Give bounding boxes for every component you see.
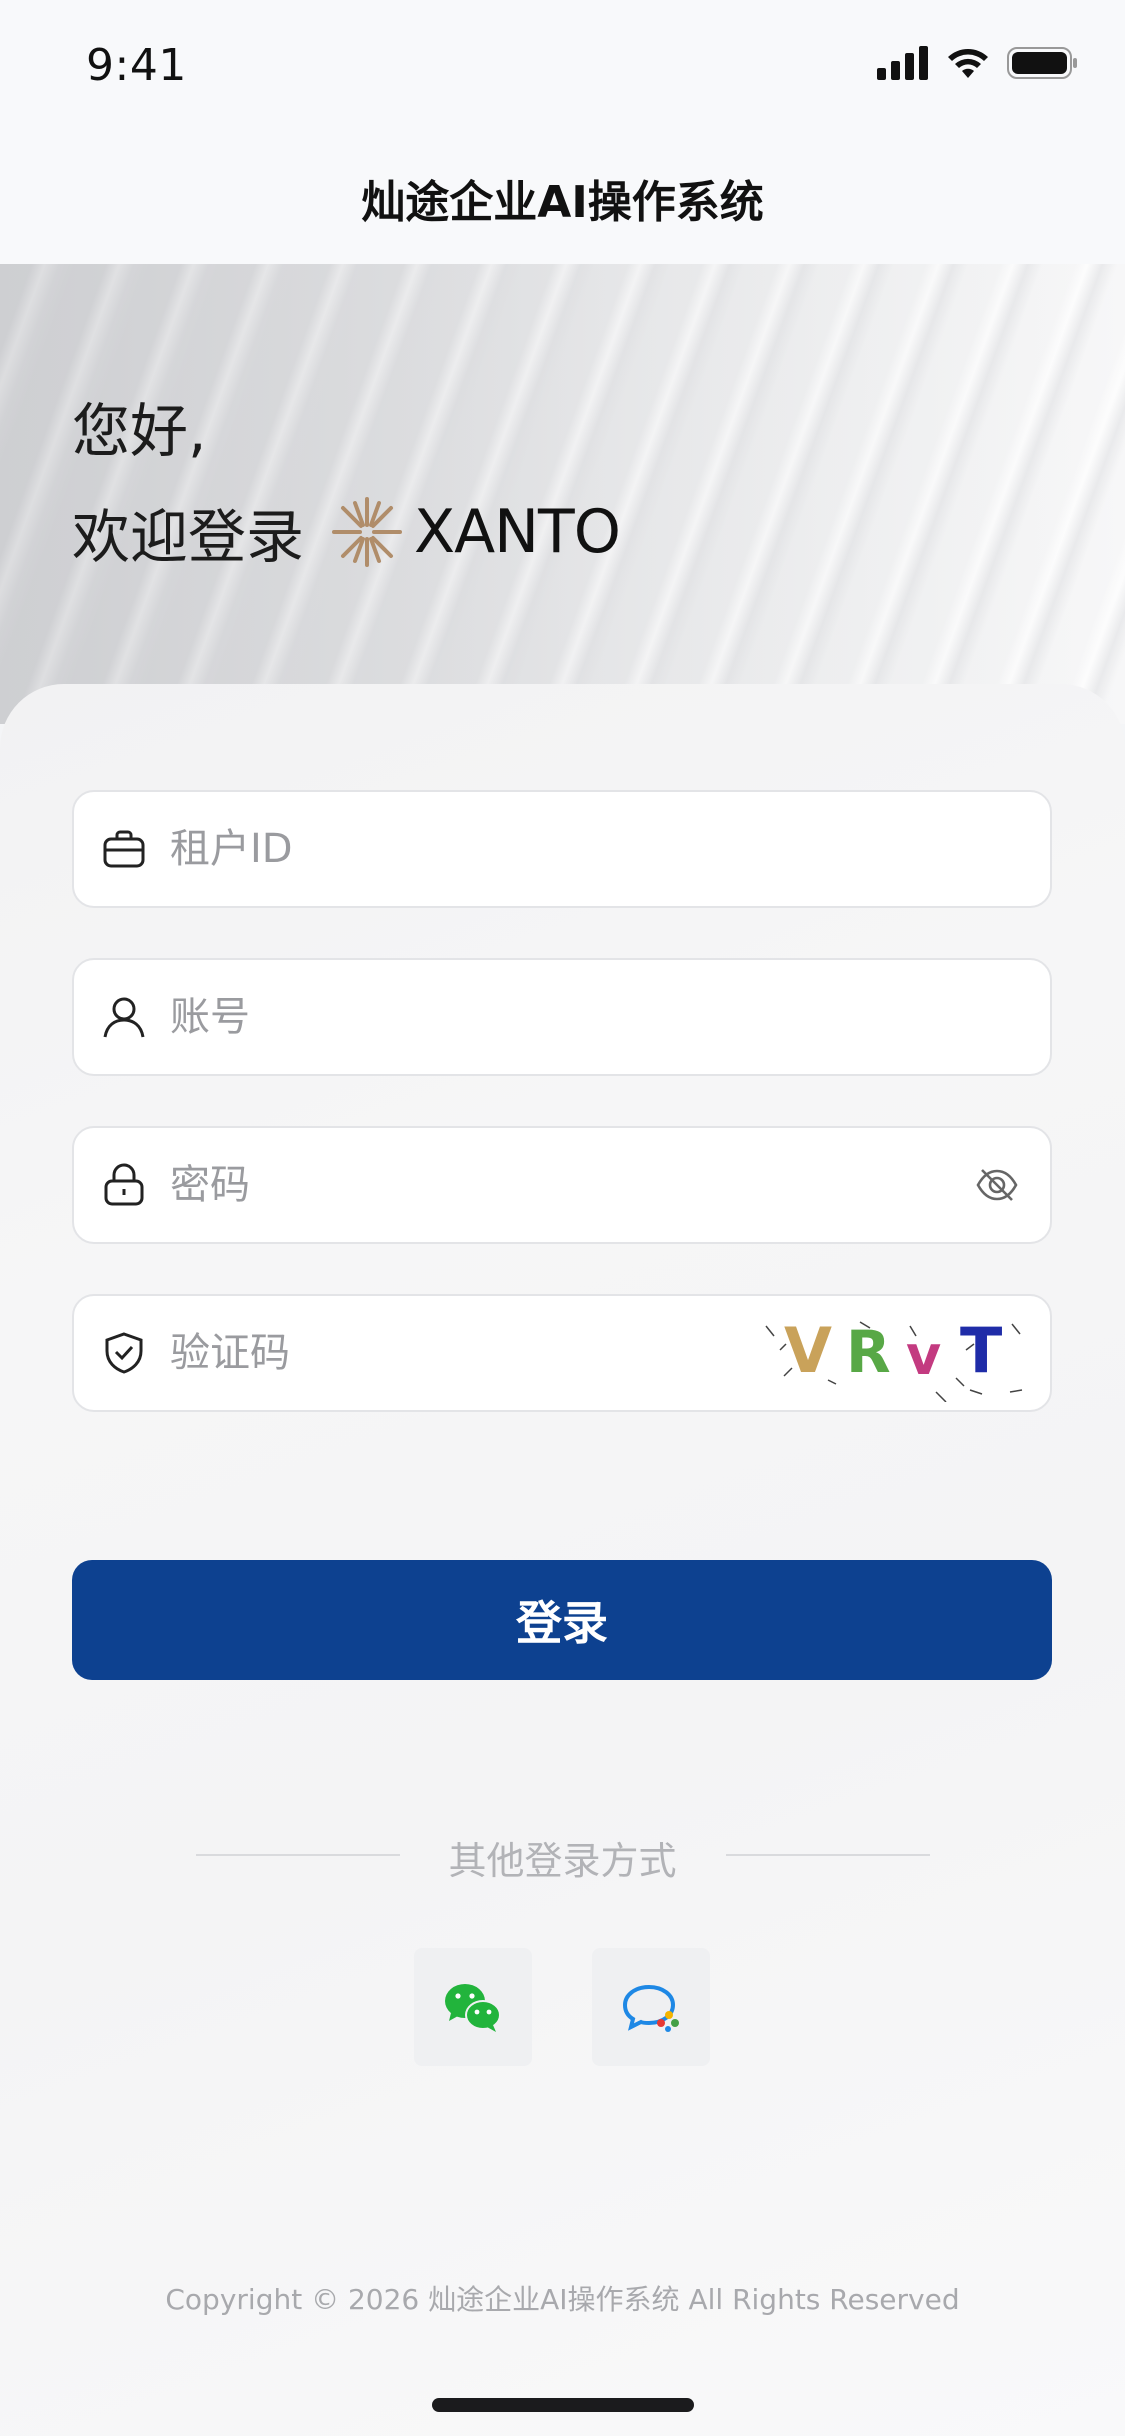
battery-icon	[1007, 47, 1077, 79]
lock-icon	[100, 1161, 148, 1209]
chat-icon	[622, 1984, 679, 2032]
account-field[interactable]	[72, 958, 1052, 1076]
briefcase-icon	[100, 825, 148, 873]
hero-banner: 您好, 欢迎登录 XANTO	[0, 264, 1125, 724]
captcha-char-1: V	[784, 1314, 832, 1387]
other-login-divider: 其他登录方式	[0, 1830, 1125, 1883]
captcha-field[interactable]: V R v T	[72, 1294, 1052, 1412]
tenant-id-input[interactable]	[168, 825, 872, 873]
shield-check-icon	[100, 1329, 148, 1377]
wechat-icon	[445, 1984, 501, 2032]
welcome-row: 欢迎登录 XANTO	[72, 490, 621, 574]
account-input[interactable]	[168, 993, 872, 1041]
other-login-label: 其他登录方式	[448, 1839, 677, 1883]
divider-line-right	[726, 1854, 930, 1856]
starburst-logo-icon	[332, 497, 403, 567]
status-icons	[877, 46, 1079, 80]
chat-app-login-button[interactable]	[592, 1948, 710, 2066]
user-icon	[100, 993, 148, 1041]
brand-logo: XANTO	[330, 495, 621, 569]
captcha-image[interactable]: V R v T	[760, 1306, 1040, 1402]
eye-off-icon[interactable]	[976, 1164, 1018, 1210]
captcha-char-4: T	[960, 1314, 1002, 1387]
captcha-char-3: v	[906, 1324, 941, 1387]
login-screen: 9:41 灿途企业AI操作系统 您好, 欢迎登录 XANTO 租户ID 账号 验…	[0, 0, 1125, 2436]
login-button[interactable]: 登录	[72, 1560, 1052, 1680]
wechat-login-button[interactable]	[414, 1948, 532, 2066]
captcha-char-2: R	[846, 1318, 891, 1386]
signal-icon	[877, 46, 928, 80]
brand-name: XANTO	[414, 497, 621, 567]
status-time: 9:41	[86, 40, 187, 91]
wifi-icon	[948, 49, 988, 78]
welcome-text: 欢迎登录	[72, 503, 305, 571]
home-indicator	[432, 2398, 694, 2412]
page-title: 灿途企业AI操作系统	[361, 177, 764, 228]
tenant-id-field[interactable]	[72, 790, 1052, 908]
greeting-text: 您好,	[72, 397, 207, 465]
status-bar: 9:41	[0, 0, 1125, 132]
password-input[interactable]	[168, 1161, 872, 1209]
copyright-text: Copyright © 2026 灿途企业AI操作系统 All Rights R…	[165, 2283, 960, 2316]
password-field[interactable]	[72, 1126, 1052, 1244]
nav-bar: 灿途企业AI操作系统	[0, 132, 1125, 264]
